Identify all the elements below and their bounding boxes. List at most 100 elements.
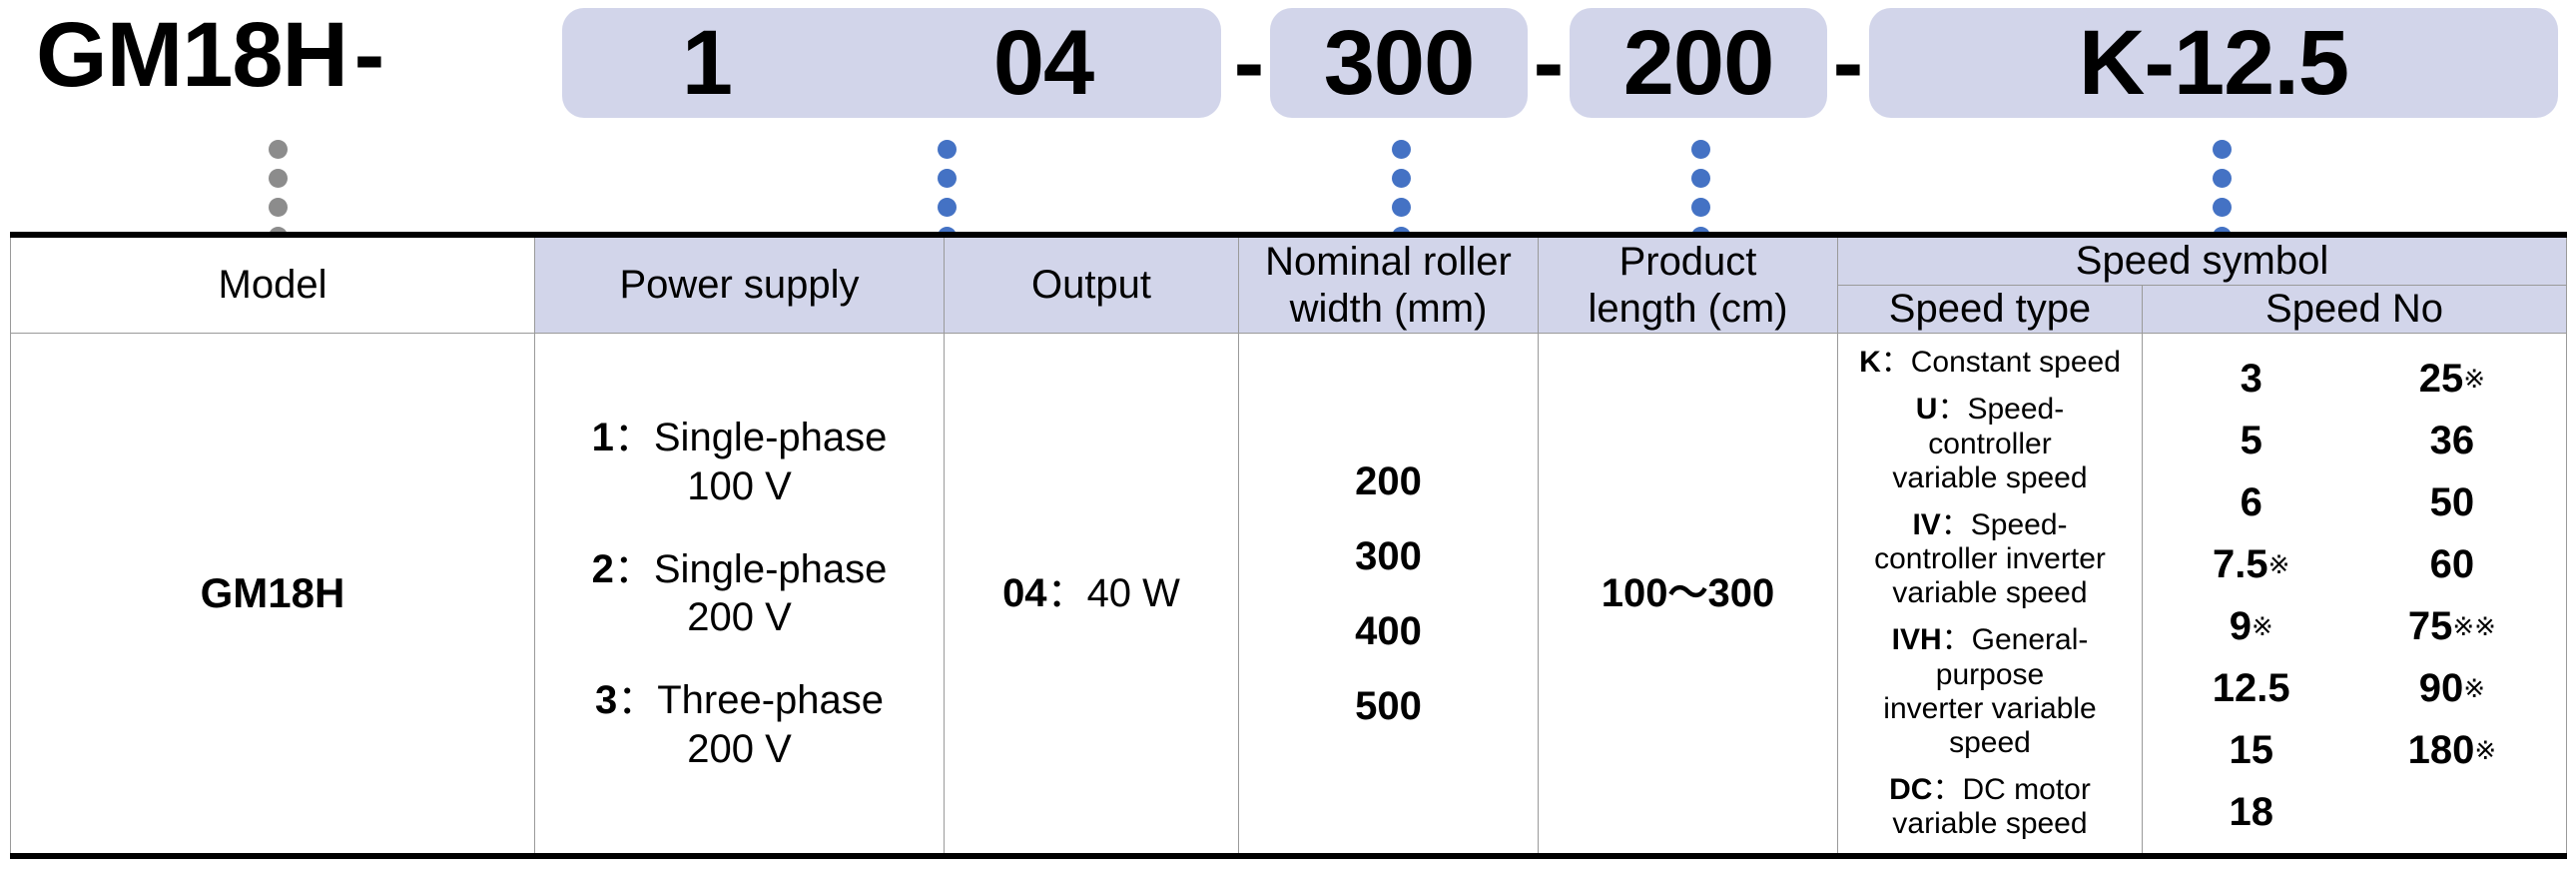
connector-dots-power-supply [934,140,960,246]
connector-dots-model [265,140,291,246]
power-supply-option-desc-line2: 200 V [687,595,792,640]
speed-no-value: 7.5 ※ [2213,541,2289,587]
connector-dot [937,198,957,217]
colon: ： [1940,507,1971,541]
cell-product-length: 100〜300 [1538,333,1838,857]
speed-type-desc-line4: speed [1949,726,2031,760]
connector-dots-output [1388,140,1414,246]
speed-no-number: 36 [2429,419,2475,463]
speed-type-option-head: IV：Speed- [1874,508,2106,542]
model-code-banner: GM18H - 1 04 - 300 - 200 - K-12.5 [0,0,2576,130]
model-code-segment-product-length: 200 [1622,12,1775,114]
power-supply-option: 2：Single-phase 200 V [592,545,888,643]
speed-no-value: 12.5 [2213,665,2290,711]
speed-no-number: 7.5 [2213,542,2268,587]
colon: ： [1937,393,1968,427]
speed-no-number: 6 [2240,480,2262,525]
table-header-row-1: Model Power supply Output Nominal roller… [10,234,2568,335]
model-code-dash-3: - [1533,12,1565,114]
power-supply-option-list: 1：Single-phase 100 V 2：Single-phase 200 … [535,414,944,774]
colon: ： [613,546,654,591]
speed-no-value: 3 [2241,356,2262,402]
connector-dot [1391,169,1411,188]
column-header-model: Model [10,234,535,335]
connector-dot [937,140,957,159]
speed-type-option: U：Speed- controller variable speed [1892,393,2087,495]
column-header-output: Output [944,234,1239,335]
column-header-nominal-roller-width-line2: width (mm) [1289,286,1488,331]
roller-width-value: 200 [1355,458,1422,503]
cell-speed-type: K：Constant speed U：Speed- controller var… [1837,333,2143,857]
roller-width-value: 500 [1355,683,1422,728]
speed-no-value: 9 ※ [2230,603,2273,649]
speed-type-desc-line3: variable speed [1892,576,2088,610]
column-header-speed-symbol: Speed symbol [1836,234,2568,287]
speed-type-option: K：Constant speed [1859,346,2121,380]
power-supply-option-code: 1 [591,415,614,459]
footnote-mark: ※ [2474,735,2497,766]
power-supply-option-desc-line2: 100 V [687,463,792,508]
speed-type-desc-line2: controller [1928,427,2052,460]
speed-type-desc-line2: purpose [1935,657,2045,691]
cell-nominal-roller-width: 200 300 400 500 [1238,333,1539,857]
cell-power-supply: 1：Single-phase 100 V 2：Single-phase 200 … [534,333,945,857]
column-header-nominal-roller-width: Nominal roller width (mm) [1238,234,1539,335]
column-header-product-length-line1: Product [1618,239,1757,284]
connector-dots-speed-symbol [2209,140,2235,246]
model-code-dash-2: - [1233,12,1265,114]
speed-no-number: 18 [2229,790,2273,835]
roller-width-value: 300 [1355,533,1422,578]
power-supply-option-desc-line2: 200 V [687,726,792,771]
spec-table-body: GM18H 1：Single-phase 100 V 2：Single-phas… [10,333,2568,857]
column-header-power-supply: Power supply [534,234,945,335]
column-header-product-length: Product length (cm) [1538,234,1838,335]
speed-no-value: 90 ※ [2419,665,2485,711]
speed-type-desc: Constant speed [1910,346,2121,380]
model-code-dash-1: - [353,4,385,106]
speed-type-desc-line3: variable speed [1892,460,2088,494]
power-supply-option-code: 3 [594,678,618,723]
colon: ： [1880,346,1911,380]
model-code-dash-4: - [1832,12,1864,114]
connector-dot [2212,169,2232,188]
footnote-mark: ※ [2267,549,2290,580]
spec-table: Model Power supply Output Nominal roller… [10,232,2568,860]
speed-type-option: IV：Speed- controller inverter variable s… [1874,508,2106,611]
speed-no-number: 50 [2429,480,2475,525]
speed-no-value: 25 ※ [2419,356,2485,402]
power-supply-option-head: 3：Three-phase [595,676,884,725]
speed-no-number: 180 [2407,728,2475,773]
footnote-mark: ※ [2463,673,2486,704]
output-option: 04：40 W [945,568,1238,618]
speed-type-desc-line2: controller inverter [1874,542,2106,576]
speed-type-list: K：Constant speed U：Speed- controller var… [1838,342,2142,845]
model-code-segment-roller-width: 300 [1323,12,1476,114]
cell-output: 04：40 W [944,333,1239,857]
power-supply-option-head: 2：Single-phase [592,545,888,594]
speed-type-desc-line1: General- [1971,623,2089,657]
speed-type-code: K [1859,346,1881,380]
colon: ： [1932,773,1963,807]
model-code-segment-power: 1 [681,12,733,114]
product-length-value: 100〜300 [1601,571,1775,616]
speed-type-option: DC：DC motor variable speed [1889,773,2091,841]
speed-type-code: DC [1889,773,1933,807]
footnote-mark: ※ [2463,364,2486,395]
cell-model-value: GM18H [200,569,345,617]
speed-no-value: 180 ※ [2408,727,2497,773]
speed-type-desc-line1: Speed- [1967,393,2065,427]
speed-no-number: 5 [2240,419,2262,463]
connector-dot [2212,140,2232,159]
connector-dot [1690,198,1710,217]
speed-no-number: 75 [2407,604,2453,649]
speed-type-code: IVH [1891,623,1942,657]
power-supply-option-desc-line1: Single-phase [653,546,888,591]
speed-type-option-head: IVH：General- [1883,623,2096,657]
speed-type-desc-line1: DC motor [1962,773,2091,807]
power-supply-option-desc-line1: Three-phase [657,678,885,723]
connector-dot [1391,140,1411,159]
speed-no-value: 75 ※※ [2408,603,2496,649]
power-supply-option-head: 1：Single-phase [592,414,888,462]
spec-table-container: Model Power supply Output Nominal roller… [10,232,2568,865]
speed-type-option-head: U：Speed- [1892,393,2087,427]
